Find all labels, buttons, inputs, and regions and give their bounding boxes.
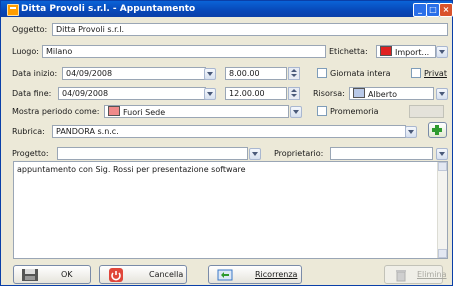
data-fine-label: Data fine: xyxy=(12,89,52,98)
periodo-color-swatch xyxy=(108,106,120,116)
luogo-label: Luogo: xyxy=(12,47,39,56)
data-fine-date-input[interactable]: 04/09/2008 xyxy=(58,87,206,100)
etichetta-select[interactable]: Import... xyxy=(376,45,436,58)
etichetta-label: Etichetta: xyxy=(329,47,368,56)
risorsa-value: Alberto xyxy=(368,90,398,99)
promemoria-select[interactable] xyxy=(409,105,444,118)
ricorrenza-button[interactable]: Ricorrenza xyxy=(208,265,302,284)
data-inizio-date-input[interactable]: 04/09/2008 xyxy=(62,67,206,80)
etichetta-value: Import... xyxy=(395,48,430,57)
elimina-button[interactable]: Elimina xyxy=(384,265,447,284)
cancella-label: Cancella xyxy=(149,270,184,279)
proprietario-select[interactable] xyxy=(330,147,433,160)
risorsa-dropdown-icon[interactable] xyxy=(436,88,448,100)
risorsa-label: Risorsa: xyxy=(313,89,345,98)
data-fine-time-spinner-icon[interactable] xyxy=(288,87,300,100)
risorsa-select[interactable]: Alberto xyxy=(349,87,434,100)
etichetta-dropdown-icon[interactable] xyxy=(436,46,448,58)
data-inizio-time-spinner-icon[interactable] xyxy=(288,67,300,80)
appointment-window: Ditta Provoli s.r.l. - Appuntamento _ □ … xyxy=(0,0,453,286)
notes-text: appuntamento con Sig. Rossi per presenta… xyxy=(17,165,246,174)
data-inizio-calendar-dropdown-icon[interactable] xyxy=(204,68,216,80)
proprietario-dropdown-icon[interactable] xyxy=(436,148,448,160)
disk-icon xyxy=(22,269,38,281)
data-fine-calendar-dropdown-icon[interactable] xyxy=(204,88,216,100)
progetto-dropdown-icon[interactable] xyxy=(249,148,261,160)
title-bar[interactable]: Ditta Provoli s.r.l. - Appuntamento _ □ … xyxy=(1,1,453,17)
add-contact-button[interactable] xyxy=(428,122,447,138)
periodo-label: Mostra periodo come: xyxy=(12,107,100,116)
giornata-intera-checkbox[interactable] xyxy=(317,68,327,78)
progetto-label: Progetto: xyxy=(12,149,49,158)
rubrica-label: Rubrica: xyxy=(12,127,45,136)
privato-label: Privat xyxy=(424,69,447,78)
elimina-label: Elimina xyxy=(417,270,447,279)
proprietario-label: Proprietario: xyxy=(274,149,324,158)
calendar-icon xyxy=(7,4,19,16)
scroll-up-icon[interactable] xyxy=(438,162,447,171)
data-inizio-time-input[interactable]: 8.00.00 xyxy=(225,67,287,80)
privato-checkbox[interactable] xyxy=(411,68,421,78)
giornata-intera-label: Giornata intera xyxy=(330,69,391,78)
rubrica-dropdown-icon[interactable] xyxy=(405,126,417,138)
etichetta-color-swatch xyxy=(380,46,392,56)
notes-scrollbar[interactable] xyxy=(437,162,447,258)
oggetto-label: Oggetto: xyxy=(12,25,48,34)
periodo-value: Fuori Sede xyxy=(123,108,166,117)
rubrica-select[interactable]: PANDORA s.n.c. xyxy=(52,125,406,138)
power-icon xyxy=(109,268,123,282)
data-inizio-label: Data inizio: xyxy=(12,69,58,78)
data-fine-time-input[interactable]: 12.00.00 xyxy=(225,87,287,100)
periodo-dropdown-icon[interactable] xyxy=(290,106,302,118)
luogo-input[interactable]: Milano xyxy=(42,45,326,58)
promemoria-checkbox[interactable] xyxy=(317,106,327,116)
notes-textarea[interactable]: appuntamento con Sig. Rossi per presenta… xyxy=(13,161,448,259)
ricorrenza-label: Ricorrenza xyxy=(255,270,298,279)
progetto-select[interactable] xyxy=(57,147,248,160)
minimize-button[interactable]: _ xyxy=(413,3,427,17)
ok-label: OK xyxy=(61,270,73,279)
risorsa-color-swatch xyxy=(353,88,365,98)
scroll-down-icon[interactable] xyxy=(438,249,447,258)
recurrence-icon xyxy=(217,269,233,281)
cancella-button[interactable]: Cancella xyxy=(99,265,187,284)
maximize-button[interactable]: □ xyxy=(426,3,440,17)
promemoria-label: Promemoria xyxy=(330,107,379,116)
close-button[interactable]: × xyxy=(439,3,453,17)
ok-button[interactable]: OK xyxy=(13,265,91,284)
oggetto-input[interactable]: Ditta Provoli s.r.l. xyxy=(52,23,448,36)
periodo-select[interactable]: Fuori Sede xyxy=(104,105,289,118)
trash-icon xyxy=(396,270,406,282)
window-title: Ditta Provoli s.r.l. - Appuntamento xyxy=(21,4,196,14)
